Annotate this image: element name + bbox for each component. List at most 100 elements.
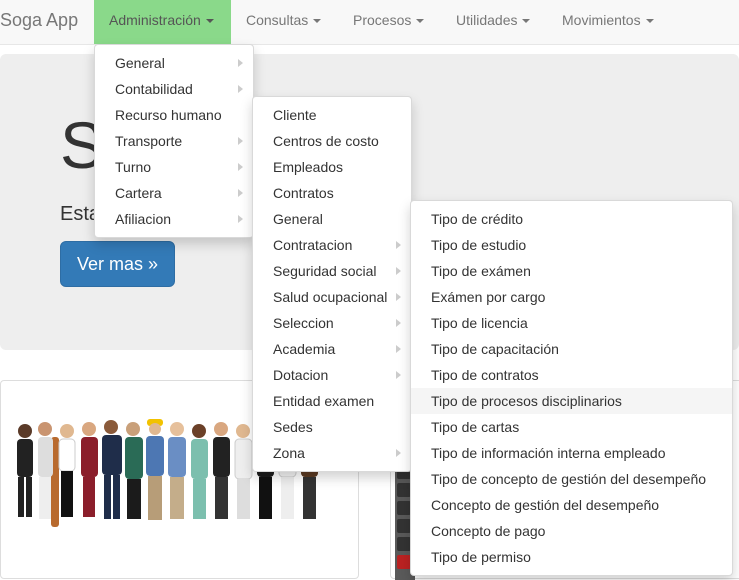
top-navbar: Soga App Administración Consultas Proces… (0, 0, 739, 45)
menu-item-label: Empleados (273, 159, 344, 175)
menu-item-tipo-de-estudio[interactable]: Tipo de estudio (411, 232, 732, 258)
menu-item-general[interactable]: General (95, 50, 253, 76)
caret-down-icon (522, 19, 531, 24)
menu-item-label: Afiliacion (115, 211, 172, 227)
menu-item-label: Seguridad social (273, 263, 377, 279)
brand-link[interactable]: Soga App (0, 10, 78, 30)
submenu-arrow-icon (396, 319, 401, 327)
nav-consultas-label: Consultas (246, 12, 309, 28)
menu-item-concepto-de-pago[interactable]: Concepto de pago (411, 518, 732, 544)
menu-item-empleados[interactable]: Empleados (253, 154, 411, 180)
menu-item-tipo-de-examen[interactable]: Tipo de exámen (411, 258, 732, 284)
caret-down-icon (313, 19, 322, 24)
menu-item-concepto-gestion-desempeno[interactable]: Concepto de gestión del desempeño (411, 492, 732, 518)
submenu-arrow-icon (396, 267, 401, 275)
menu-item-label: Cartera (115, 185, 162, 201)
menu-item-label: Tipo de concepto de gestión del desempeñ… (431, 471, 707, 487)
recurso-humano-dropdown: Cliente Centros de costo Empleados Contr… (252, 96, 412, 472)
submenu-arrow-icon (238, 215, 243, 223)
menu-item-label: Recurso humano (115, 107, 222, 123)
menu-item-tipo-de-licencia[interactable]: Tipo de licencia (411, 310, 732, 336)
menu-item-examen-por-cargo[interactable]: Exámen por cargo (411, 284, 732, 310)
menu-item-cartera[interactable]: Cartera (95, 180, 253, 206)
menu-item-label: Salud ocupacional (273, 289, 388, 305)
menu-item-tipo-de-informacion-interna[interactable]: Tipo de información interna empleado (411, 440, 732, 466)
menu-item-label: Contabilidad (115, 81, 193, 97)
menu-item-tipo-de-permiso[interactable]: Tipo de permiso (411, 544, 732, 570)
menu-item-label: Tipo de información interna empleado (431, 445, 666, 461)
nav-procesos-label: Procesos (353, 12, 412, 28)
menu-item-label: Tipo de crédito (431, 211, 524, 227)
menu-item-contratacion[interactable]: Contratacion (253, 232, 411, 258)
nav-administracion[interactable]: Administración (94, 0, 231, 44)
submenu-arrow-icon (238, 137, 243, 145)
menu-item-label: Tipo de capacitación (431, 341, 559, 357)
menu-item-label: Tipo de permiso (431, 549, 531, 565)
menu-item-tipo-de-procesos-disciplinarios[interactable]: Tipo de procesos disciplinarios (411, 388, 732, 414)
general-dropdown: Tipo de crédito Tipo de estudio Tipo de … (410, 200, 733, 576)
menu-item-label: General (273, 211, 323, 227)
submenu-arrow-icon (396, 345, 401, 353)
nav-utilidades[interactable]: Utilidades (441, 0, 547, 44)
menu-item-tipo-de-concepto-gestion[interactable]: Tipo de concepto de gestión del desempeñ… (411, 466, 732, 492)
menu-item-label: Concepto de gestión del desempeño (431, 497, 660, 513)
menu-item-contratos[interactable]: Contratos (253, 180, 411, 206)
menu-item-recurso-humano[interactable]: Recurso humano (95, 102, 253, 128)
menu-item-entidad-examen[interactable]: Entidad examen (253, 388, 411, 414)
menu-item-label: Cliente (273, 107, 317, 123)
menu-item-tipo-de-cartas[interactable]: Tipo de cartas (411, 414, 732, 440)
submenu-arrow-icon (396, 241, 401, 249)
menu-item-label: Tipo de contratos (431, 367, 539, 383)
administracion-dropdown: General Contabilidad Recurso humano Tran… (94, 44, 254, 238)
menu-item-label: Entidad examen (273, 393, 375, 409)
submenu-arrow-icon (238, 163, 243, 171)
menu-item-seguridad-social[interactable]: Seguridad social (253, 258, 411, 284)
menu-item-label: Academia (273, 341, 336, 357)
nav-movimientos[interactable]: Movimientos (547, 0, 672, 44)
menu-item-turno[interactable]: Turno (95, 154, 253, 180)
menu-item-general[interactable]: General (253, 206, 411, 232)
menu-item-cliente[interactable]: Cliente (253, 102, 411, 128)
menu-item-salud-ocupacional[interactable]: Salud ocupacional (253, 284, 411, 310)
menu-item-label: Exámen por cargo (431, 289, 546, 305)
menu-item-zona[interactable]: Zona (253, 440, 411, 466)
menu-item-label: Turno (115, 159, 152, 175)
menu-item-label: Seleccion (273, 315, 334, 331)
menu-item-dotacion[interactable]: Dotacion (253, 362, 411, 388)
menu-item-contabilidad[interactable]: Contabilidad (95, 76, 253, 102)
menu-item-afiliacion[interactable]: Afiliacion (95, 206, 253, 232)
nav-consultas[interactable]: Consultas (231, 0, 338, 44)
submenu-arrow-icon (238, 59, 243, 67)
menu-item-label: Tipo de exámen (431, 263, 531, 279)
submenu-arrow-icon (238, 85, 243, 93)
menu-item-label: Tipo de procesos disciplinarios (431, 393, 622, 409)
menu-item-label: General (115, 55, 165, 71)
nav-administracion-label: Administración (109, 12, 201, 28)
menu-item-label: Zona (273, 445, 305, 461)
nav-procesos[interactable]: Procesos (338, 0, 441, 44)
submenu-arrow-icon (396, 293, 401, 301)
caret-down-icon (645, 19, 654, 24)
nav-movimientos-label: Movimientos (562, 12, 641, 28)
menu-item-label: Sedes (273, 419, 313, 435)
menu-item-label: Centros de costo (273, 133, 379, 149)
menu-item-label: Concepto de pago (431, 523, 546, 539)
submenu-arrow-icon (396, 449, 401, 457)
menu-item-label: Tipo de licencia (431, 315, 528, 331)
menu-item-seleccion[interactable]: Seleccion (253, 310, 411, 336)
menu-item-centros-de-costo[interactable]: Centros de costo (253, 128, 411, 154)
submenu-arrow-icon (396, 371, 401, 379)
menu-item-academia[interactable]: Academia (253, 336, 411, 362)
menu-item-transporte[interactable]: Transporte (95, 128, 253, 154)
menu-item-tipo-de-contratos[interactable]: Tipo de contratos (411, 362, 732, 388)
ver-mas-button[interactable]: Ver mas » (60, 241, 175, 287)
menu-item-label: Transporte (115, 133, 183, 149)
menu-item-label: Tipo de cartas (431, 419, 520, 435)
menu-item-label: Contratacion (273, 237, 353, 253)
caret-down-icon (205, 19, 214, 24)
jumbotron-subtitle: Esta (60, 203, 96, 225)
menu-item-sedes[interactable]: Sedes (253, 414, 411, 440)
submenu-arrow-icon (238, 189, 243, 197)
menu-item-tipo-de-capacitacion[interactable]: Tipo de capacitación (411, 336, 732, 362)
menu-item-tipo-de-credito[interactable]: Tipo de crédito (411, 206, 732, 232)
